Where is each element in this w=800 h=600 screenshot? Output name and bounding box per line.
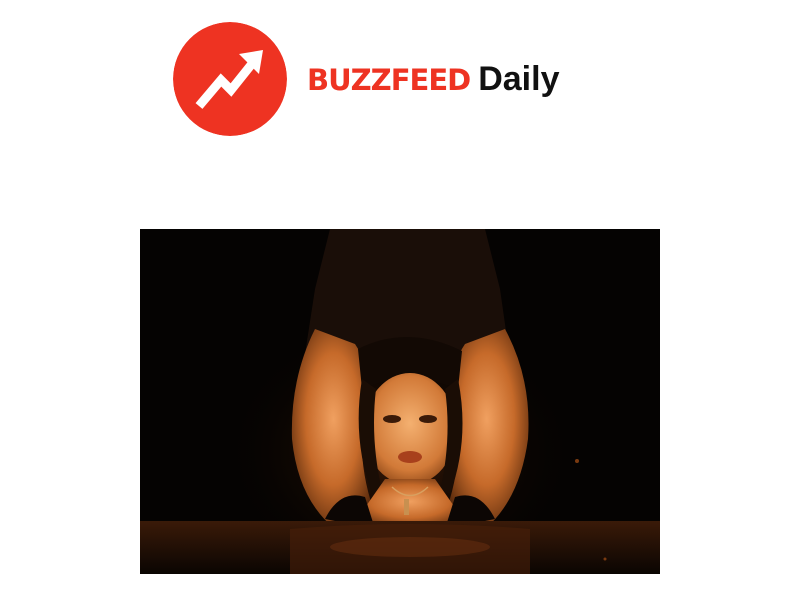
trending-arrow-icon (173, 22, 287, 136)
hero-image[interactable] (140, 229, 660, 574)
brand-suffix: Daily (478, 59, 560, 98)
brand-header[interactable]: BuzzFeed Daily (173, 22, 559, 136)
photo-icon (140, 229, 660, 574)
email-page: BuzzFeed Daily (0, 0, 800, 600)
brand-name: BuzzFeed (307, 62, 471, 97)
brand-wordmark: BuzzFeed Daily (307, 60, 559, 99)
